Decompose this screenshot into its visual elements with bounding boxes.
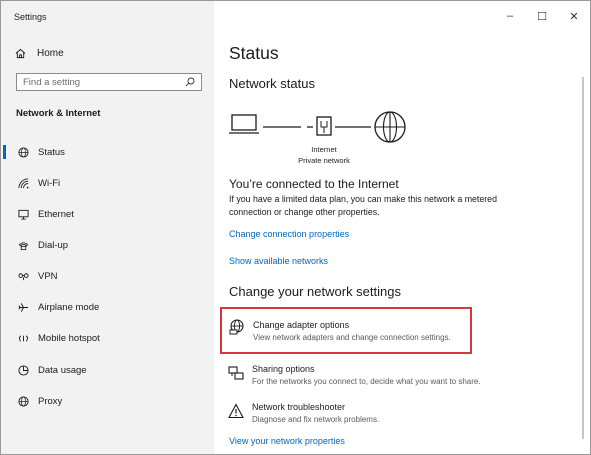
option-description: Diagnose and fix network problems.: [252, 415, 380, 424]
sidebar-item-label: Status: [38, 146, 65, 158]
sidebar-item-label: Mobile hotspot: [38, 332, 100, 344]
settings-window: Settings Home Network & Internet Status: [0, 0, 591, 455]
sidebar-item-label: Proxy: [38, 395, 63, 407]
page-title: Status: [229, 43, 279, 63]
change-adapter-options[interactable]: Change adapter options View network adap…: [220, 307, 472, 354]
sidebar-item-status[interactable]: Status: [1, 142, 214, 162]
diagram-label-network: Private network: [298, 156, 350, 165]
sidebar-item-airplane-mode[interactable]: Airplane mode: [1, 297, 214, 317]
internet-globe-icon: [374, 111, 406, 143]
sidebar-item-dialup[interactable]: Dial-up: [1, 235, 214, 255]
main-content: Status Network status Internet Private n…: [214, 1, 590, 454]
data-usage-icon: [17, 364, 29, 376]
section-title: Network & Internet: [16, 108, 101, 119]
laptop-icon: [229, 114, 259, 134]
sharing-icon: [228, 366, 244, 380]
sidebar-item-label: VPN: [38, 270, 58, 282]
vpn-icon: [17, 270, 29, 282]
sidebar-item-label: Airplane mode: [38, 301, 100, 313]
sidebar-item-mobile-hotspot[interactable]: Mobile hotspot: [1, 328, 214, 348]
connected-heading: You’re connected to the Internet: [229, 177, 399, 191]
sharing-options[interactable]: Sharing options For the networks you con…: [220, 357, 481, 397]
home-icon: [15, 48, 26, 58]
option-description: For the networks you connect to, decide …: [252, 377, 481, 386]
wifi-icon: [17, 177, 29, 189]
option-title: Sharing options: [252, 364, 315, 374]
router-icon: [316, 116, 332, 136]
sidebar: Settings Home Network & Internet Status: [1, 1, 214, 454]
search-box[interactable]: [16, 73, 202, 91]
scrollbar[interactable]: [582, 77, 584, 439]
change-settings-heading: Change your network settings: [229, 284, 401, 299]
sidebar-item-label: Data usage: [38, 364, 87, 376]
hotspot-icon: [17, 332, 29, 344]
search-icon: [185, 77, 195, 87]
sidebar-item-vpn[interactable]: VPN: [1, 266, 214, 286]
home-label: Home: [37, 47, 64, 59]
sidebar-item-proxy[interactable]: Proxy: [1, 391, 214, 411]
network-troubleshooter[interactable]: Network troubleshooter Diagnose and fix …: [220, 395, 472, 435]
globe-icon: [17, 395, 29, 407]
search-input[interactable]: [23, 76, 185, 88]
warning-icon: [228, 403, 244, 419]
show-available-networks-link[interactable]: Show available networks: [229, 256, 328, 266]
option-title: Network troubleshooter: [252, 402, 346, 412]
option-description: View network adapters and change connect…: [253, 333, 451, 342]
network-status-heading: Network status: [229, 76, 315, 91]
globe-icon: [17, 146, 29, 158]
diagram-label-internet: Internet: [311, 145, 337, 154]
sidebar-item-ethernet[interactable]: Ethernet: [1, 204, 214, 224]
active-indicator: [3, 145, 6, 159]
option-title: Change adapter options: [253, 320, 350, 330]
sidebar-item-label: Ethernet: [38, 208, 74, 220]
airplane-icon: [17, 301, 29, 313]
adapter-globe-icon: [229, 319, 244, 335]
sidebar-item-label: Dial-up: [38, 239, 69, 251]
sidebar-item-data-usage[interactable]: Data usage: [1, 360, 214, 380]
ethernet-icon: [17, 208, 29, 220]
home-button[interactable]: Home: [15, 45, 64, 61]
sidebar-item-wifi[interactable]: Wi-Fi: [1, 173, 214, 193]
connected-description: If you have a limited data plan, you can…: [229, 194, 497, 217]
change-connection-properties-link[interactable]: Change connection properties: [229, 229, 349, 239]
sidebar-item-label: Wi-Fi: [38, 177, 61, 189]
window-title: Settings: [14, 12, 47, 22]
dialup-icon: [17, 239, 29, 251]
view-network-properties-link[interactable]: View your network properties: [229, 436, 345, 446]
